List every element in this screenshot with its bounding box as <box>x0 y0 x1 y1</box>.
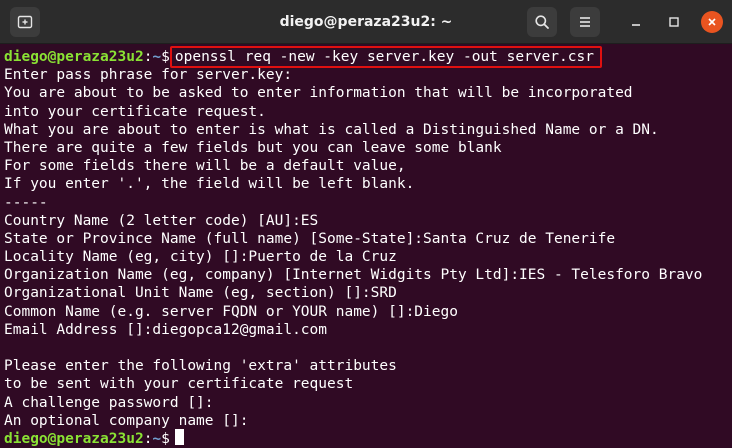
active-prompt-line[interactable]: diego@peraza23u2:~$ <box>4 429 732 448</box>
output-line: ----- <box>4 194 48 211</box>
search-icon <box>535 15 549 29</box>
output-line: Email Address []:diegopca12@gmail.com <box>4 321 328 338</box>
minimize-button[interactable] <box>624 10 648 34</box>
output-line: Common Name (e.g. server FQDN or YOUR na… <box>4 303 458 320</box>
output-line: There are quite a few fields but you can… <box>4 139 502 156</box>
prompt-path: ~ <box>152 430 162 447</box>
maximize-icon <box>669 17 679 27</box>
output-line: What you are about to enter is what is c… <box>4 121 659 138</box>
output-line: If you enter '.', the field will be left… <box>4 176 415 193</box>
menu-button[interactable] <box>570 7 600 37</box>
terminal-area[interactable]: diego@peraza23u2:~$ openssl req -new -key… <box>0 44 732 448</box>
search-button[interactable] <box>527 7 557 37</box>
prompt-user-host: diego@peraza23u2 <box>4 430 144 447</box>
new-tab-button[interactable] <box>10 7 40 37</box>
text-cursor <box>174 429 184 446</box>
output-line: to be sent with your certificate request <box>4 376 354 393</box>
title-bar: diego@peraza23u2: ~ <box>0 0 732 44</box>
hamburger-menu-icon <box>580 17 590 27</box>
output-line: You are about to be asked to enter infor… <box>4 85 633 102</box>
new-tab-icon <box>17 15 33 29</box>
output-line: A challenge password []: <box>4 394 214 411</box>
output-line: Organization Name (eg, company) [Interne… <box>4 267 703 284</box>
output-line: For some fields there will be a default … <box>4 158 406 175</box>
output-line: into your certificate request. <box>4 103 266 120</box>
output-line: State or Province Name (full name) [Some… <box>4 230 616 247</box>
window-title: diego@peraza23u2: ~ <box>279 14 453 30</box>
command-line: diego@peraza23u2:~$ openssl req -new -key… <box>4 46 732 68</box>
output-line: Please enter the following 'extra' attri… <box>4 358 397 375</box>
highlighted-command: openssl req -new -key server.key -out se… <box>169 46 602 68</box>
prompt-path: ~ <box>152 49 162 65</box>
maximize-button[interactable] <box>662 10 686 34</box>
close-button[interactable] <box>700 10 724 34</box>
prompt-user-host: diego@peraza23u2 <box>4 49 144 65</box>
output-line: Locality Name (eg, city) []:Puerto de la… <box>4 249 397 266</box>
prompt-symbol: $ <box>161 49 170 65</box>
output-line: An optional company name []: <box>4 412 249 429</box>
output-line: Country Name (2 letter code) [AU]:ES <box>4 212 319 229</box>
output-line: Organizational Unit Name (eg, section) [… <box>4 285 397 302</box>
close-icon <box>708 18 716 26</box>
prompt-symbol: $ <box>161 430 170 447</box>
output-line: Enter pass phrase for server.key: <box>4 67 293 84</box>
minimize-icon <box>632 24 640 26</box>
